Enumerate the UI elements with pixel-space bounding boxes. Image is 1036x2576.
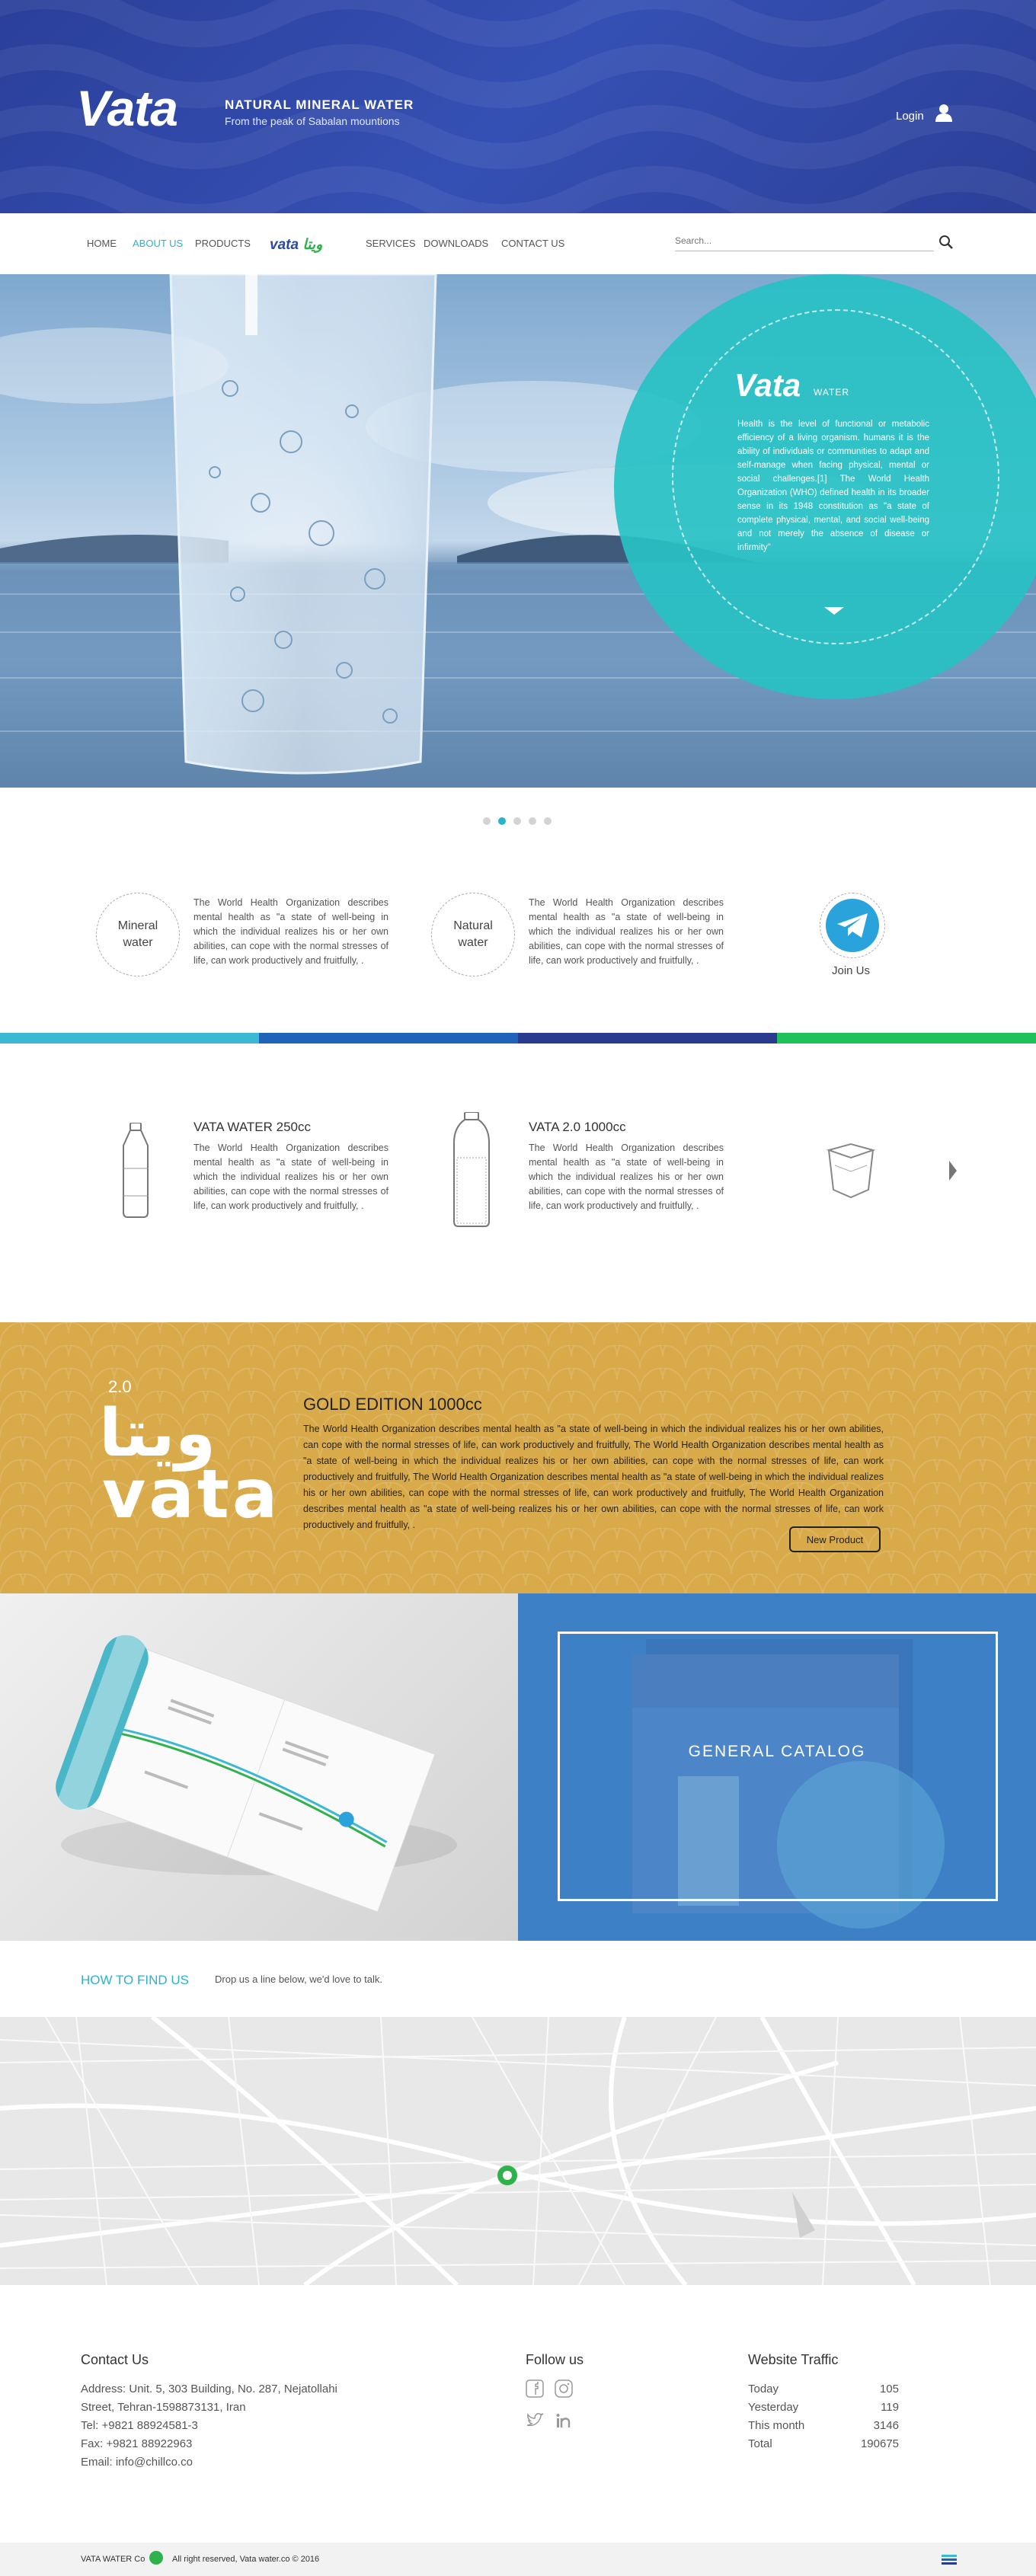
contact-line: Address: Unit. 5, 303 Building, No. 287,…: [81, 2383, 337, 2395]
gold-version-label: 2.0: [108, 1377, 132, 1396]
traffic-value: 190675: [860, 2437, 899, 2450]
gold-description: The World Health Organization describes …: [303, 1424, 884, 1530]
water-glass-image: [169, 274, 437, 775]
feature-description: The World Health Organization describes …: [529, 897, 724, 966]
catalog-panel[interactable]: GENERAL CATALOG: [518, 1593, 1036, 1941]
catalog-frame: [558, 1632, 998, 1901]
search-box: [675, 232, 934, 251]
brand-name: vata: [270, 237, 299, 253]
login-link[interactable]: Login: [896, 110, 924, 123]
location-map[interactable]: [0, 2017, 1036, 2285]
hero-description: Health is the level of functional or met…: [737, 420, 929, 552]
color-bar-segment: [518, 1033, 777, 1044]
brochure-image: [0, 1593, 518, 1941]
feature-label: water: [458, 936, 488, 949]
gold-logo-latin: vata: [102, 1455, 281, 1533]
slider-dot-active[interactable]: [498, 817, 506, 825]
color-bar-segment: [259, 1033, 518, 1044]
website-traffic-title: Website Traffic: [748, 2352, 839, 2367]
user-icon[interactable]: [935, 104, 952, 122]
slider-dots: [483, 815, 559, 829]
product-description: The World Health Organization describes …: [193, 1143, 388, 1211]
traffic-label: Total: [748, 2437, 772, 2450]
traffic-label: This month: [748, 2419, 805, 2432]
hero-logo-sub: WATER: [814, 387, 849, 398]
bottle-icon[interactable]: [117, 1123, 154, 1219]
instagram-icon[interactable]: [555, 2379, 573, 2398]
main-nav: HOME ABOUT US PRODUCTS vata ویتا SERVICE…: [0, 213, 1036, 274]
bottom-bar: VATA WATER Co All right reserved, Vata w…: [0, 2542, 1036, 2576]
site-logo[interactable]: Vata: [76, 79, 178, 137]
brochure-mockup: [56, 1631, 457, 1913]
general-catalog-label[interactable]: GENERAL CATALOG: [518, 1743, 1036, 1761]
contact-email[interactable]: Email: info@chillco.co: [81, 2456, 193, 2469]
location-pin-icon[interactable]: [497, 2165, 518, 2186]
feature-label: water: [123, 936, 153, 949]
twitter-icon[interactable]: [526, 2411, 544, 2430]
nav-contact-us[interactable]: CONTACT US: [501, 238, 564, 249]
nav-services[interactable]: SERVICES: [366, 238, 416, 249]
new-product-button[interactable]: New Product: [789, 1526, 881, 1552]
color-bar-segment: [777, 1033, 1036, 1044]
feature-label: Natural: [453, 919, 493, 932]
gold-edition-section: 2.0 ویتا vata GOLD EDITION 1000cc The Wo…: [0, 1322, 1036, 1593]
color-bar-segment: [0, 1033, 259, 1044]
water-cup-icon[interactable]: [824, 1143, 878, 1200]
linkedin-icon[interactable]: [555, 2411, 573, 2430]
mini-logo-icon: [149, 2551, 163, 2565]
telegram-icon: [837, 913, 868, 938]
nav-about-us[interactable]: ABOUT US: [133, 238, 183, 249]
nav-products[interactable]: PRODUCTS: [195, 238, 251, 249]
find-us-title: HOW TO FIND US: [81, 1973, 189, 1987]
traffic-label: Today: [748, 2383, 779, 2395]
tagline-subtitle: From the peak of Sabalan mountions: [225, 115, 400, 127]
feature-label: Mineral: [117, 919, 158, 932]
traffic-value: 119: [881, 2401, 899, 2414]
contact-fax: Fax: +9821 88922963: [81, 2437, 193, 2450]
traffic-value: 3146: [873, 2419, 899, 2432]
slider-dot[interactable]: [544, 817, 552, 825]
brand-accent: ویتا: [302, 237, 323, 253]
traffic-label: Yesterday: [748, 2401, 799, 2414]
contact-phone: Tel: +9821 88924581-3: [81, 2419, 198, 2432]
large-bottle-icon[interactable]: [451, 1112, 492, 1228]
contact-us-title: Contact Us: [81, 2352, 149, 2367]
product-title[interactable]: VATA 2.0 1000cc: [529, 1120, 626, 1135]
join-us-label[interactable]: Join Us: [832, 964, 870, 977]
contact-line: Street, Tehran-1598873131, Iran: [81, 2401, 246, 2414]
product-description: The World Health Organization describes …: [529, 1143, 724, 1211]
chevron-down-icon[interactable]: [824, 607, 844, 615]
map-roads: [0, 2017, 1036, 2285]
facebook-icon[interactable]: [526, 2379, 544, 2398]
hero-slider: Vata WATER Health is the level of functi…: [0, 274, 1036, 788]
nav-home[interactable]: HOME: [87, 238, 117, 249]
search-input[interactable]: [675, 232, 903, 250]
gold-title: GOLD EDITION 1000cc: [303, 1395, 482, 1414]
slider-dot[interactable]: [529, 817, 536, 825]
slider-dot[interactable]: [483, 817, 491, 825]
nav-brand-logo[interactable]: vata ویتا: [270, 236, 322, 254]
feature-description: The World Health Organization describes …: [193, 897, 388, 966]
feature-natural-water[interactable]: Natural water: [431, 893, 515, 976]
feature-mineral-water[interactable]: Mineral water: [96, 893, 180, 976]
company-name: VATA WATER Co: [81, 2555, 145, 2564]
site-header: Vata NATURAL MINERAL WATER From the peak…: [0, 0, 1036, 213]
traffic-value: 105: [879, 2383, 899, 2395]
find-us-text: Drop us a line below, we'd love to talk.: [215, 1974, 382, 1985]
follow-us-title: Follow us: [526, 2352, 584, 2367]
hero-logo: Vata: [734, 367, 801, 403]
slider-dot[interactable]: [513, 817, 521, 825]
chevron-right-icon[interactable]: [949, 1161, 957, 1181]
copyright: All right reserved, Vata water.co © 2016: [172, 2555, 320, 2564]
search-icon[interactable]: [938, 235, 954, 250]
product-title[interactable]: VATA WATER 250cc: [193, 1120, 311, 1135]
nav-downloads[interactable]: DOWNLOADS: [424, 238, 488, 249]
menu-icon[interactable]: [942, 2553, 957, 2565]
tagline-title: NATURAL MINERAL WATER: [225, 97, 414, 112]
